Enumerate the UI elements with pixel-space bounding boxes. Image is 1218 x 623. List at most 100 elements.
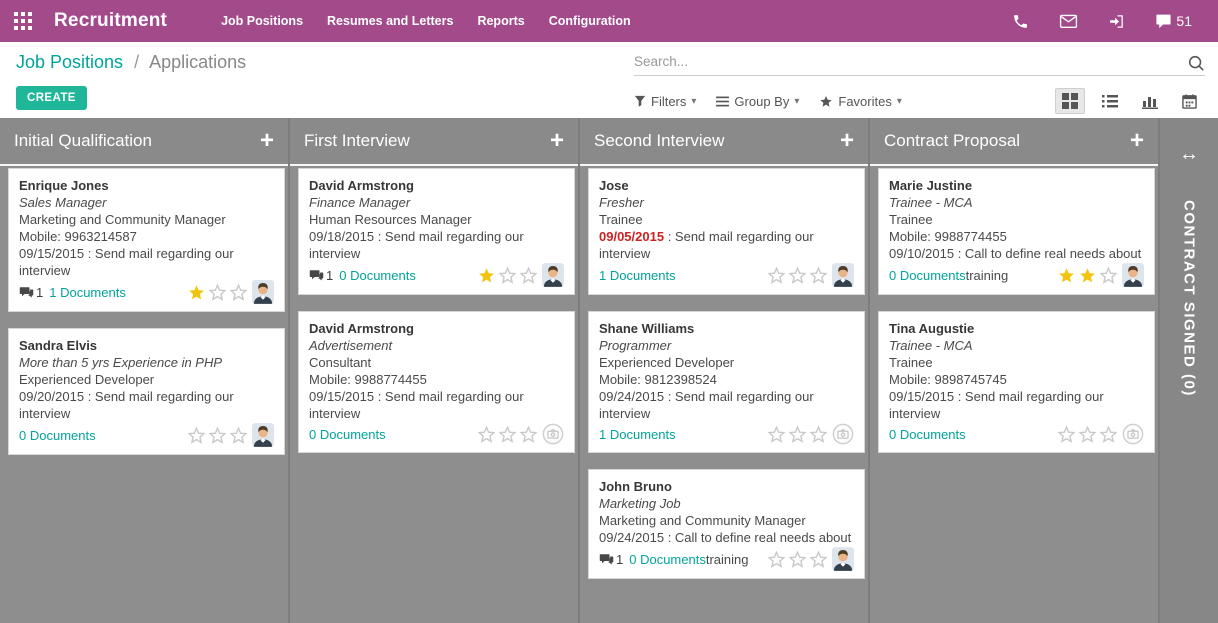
avatar[interactable] [537, 423, 564, 445]
star-empty-icon[interactable] [209, 284, 226, 301]
applicant-card[interactable]: David ArmstrongFinance ManagerHuman Reso… [298, 168, 575, 295]
documents-link[interactable]: 0 Documents [889, 426, 966, 443]
applicant-card[interactable]: JoseFresherTrainee09/05/2015 : Send mail… [588, 168, 865, 295]
list-view-button[interactable] [1095, 89, 1125, 113]
add-record-icon[interactable]: + [1130, 129, 1144, 153]
sign-in-icon[interactable] [1108, 13, 1125, 30]
favorites-button[interactable]: Favorites▾ [819, 94, 902, 109]
app-brand[interactable]: Recruitment [54, 10, 167, 32]
applicant-card[interactable]: John BrunoMarketing JobMarketing and Com… [588, 469, 865, 579]
top-menu-configuration[interactable]: Configuration [537, 14, 643, 28]
applicant-photo-avatar[interactable] [542, 263, 564, 287]
kanban-column-header[interactable]: Initial Qualification+ [0, 118, 288, 166]
top-menu-job-positions[interactable]: Job Positions [209, 14, 315, 28]
star-empty-icon[interactable] [1079, 426, 1096, 443]
avatar[interactable] [1117, 263, 1144, 287]
camera-placeholder-avatar[interactable] [832, 423, 854, 445]
camera-placeholder-avatar[interactable] [542, 423, 564, 445]
star-empty-icon[interactable] [230, 284, 247, 301]
activity-date: 09/05/2015 [599, 229, 664, 244]
star-empty-icon[interactable] [810, 426, 827, 443]
apps-grid-icon[interactable] [0, 12, 44, 30]
documents-link[interactable]: 0 Documents [19, 427, 96, 444]
messages-count-icon[interactable] [309, 269, 324, 282]
applicant-photo-avatar[interactable] [832, 547, 854, 571]
create-button[interactable]: CREATE [16, 86, 87, 110]
star-empty-icon[interactable] [499, 426, 516, 443]
documents-link[interactable]: 0 Documents [309, 426, 386, 443]
add-record-icon[interactable]: + [260, 129, 274, 153]
star-empty-icon[interactable] [789, 267, 806, 284]
applicant-card[interactable]: David ArmstrongAdvertisementConsultantMo… [298, 311, 575, 453]
star-empty-icon[interactable] [230, 427, 247, 444]
kanban-column-header[interactable]: First Interview+ [290, 118, 578, 166]
top-menu-resumes-and-letters[interactable]: Resumes and Letters [315, 14, 465, 28]
documents-link[interactable]: 1 Documents [599, 426, 676, 443]
applicant-photo-avatar[interactable] [252, 280, 274, 304]
star-filled-icon[interactable] [478, 267, 495, 284]
star-empty-icon[interactable] [499, 267, 516, 284]
avatar[interactable] [827, 263, 854, 287]
star-empty-icon[interactable] [768, 551, 785, 568]
calendar-view-button[interactable] [1175, 89, 1204, 114]
applicant-card[interactable]: Tina AugustieTrainee - MCATraineeMobile:… [878, 311, 1155, 453]
applicant-photo-avatar[interactable] [252, 423, 274, 447]
messages-count-icon[interactable] [19, 286, 34, 299]
priority-stars [768, 551, 827, 568]
documents-link[interactable]: 0 Documents [629, 551, 706, 568]
star-empty-icon[interactable] [520, 267, 537, 284]
star-empty-icon[interactable] [1058, 426, 1075, 443]
collapsed-column-contract-signed[interactable]: ↔CONTRACT SIGNED (0) [1160, 118, 1218, 623]
applicant-card[interactable]: Shane WilliamsProgrammerExperienced Deve… [588, 311, 865, 453]
kanban-column-header[interactable]: Second Interview+ [580, 118, 868, 166]
star-empty-icon[interactable] [1100, 267, 1117, 284]
star-empty-icon[interactable] [768, 426, 785, 443]
breadcrumb-job-positions[interactable]: Job Positions [16, 52, 123, 72]
messages-icon[interactable]: 51 [1155, 13, 1192, 29]
documents-link[interactable]: 0 Documents [339, 267, 416, 284]
documents-link[interactable]: 1 Documents [49, 284, 126, 301]
applicant-card[interactable]: Enrique JonesSales ManagerMarketing and … [8, 168, 285, 312]
phone-icon[interactable] [1012, 13, 1029, 30]
star-empty-icon[interactable] [1100, 426, 1117, 443]
star-empty-icon[interactable] [789, 551, 806, 568]
kanban-view-button[interactable] [1055, 88, 1085, 114]
star-empty-icon[interactable] [478, 426, 495, 443]
filters-button[interactable]: Filters▾ [634, 94, 696, 109]
add-record-icon[interactable]: + [550, 129, 564, 153]
star-filled-icon[interactable] [1079, 267, 1096, 284]
avatar[interactable] [247, 280, 274, 304]
applicant-photo-avatar[interactable] [832, 263, 854, 287]
star-empty-icon[interactable] [520, 426, 537, 443]
avatar[interactable] [1117, 423, 1144, 445]
star-empty-icon[interactable] [209, 427, 226, 444]
star-empty-icon[interactable] [188, 427, 205, 444]
mail-icon[interactable] [1059, 13, 1078, 29]
kanban-column-header[interactable]: Contract Proposal+ [870, 118, 1158, 166]
avatar[interactable] [827, 547, 854, 571]
graph-view-button[interactable] [1135, 89, 1165, 114]
camera-placeholder-avatar[interactable] [1122, 423, 1144, 445]
applicant-card[interactable]: Marie JustineTrainee - MCATraineeMobile:… [878, 168, 1155, 295]
group-by-button[interactable]: Group By▾ [716, 94, 799, 109]
search-icon[interactable] [1187, 54, 1205, 77]
avatar[interactable] [537, 263, 564, 287]
applicant-card[interactable]: Sandra ElvisMore than 5 yrs Experience i… [8, 328, 285, 455]
search-input[interactable] [634, 50, 1164, 73]
documents-link[interactable]: 0 Documents [889, 267, 966, 284]
top-menu-reports[interactable]: Reports [465, 14, 536, 28]
avatar[interactable] [827, 423, 854, 445]
star-empty-icon[interactable] [810, 551, 827, 568]
star-empty-icon[interactable] [768, 267, 785, 284]
documents-link[interactable]: 1 Documents [599, 267, 676, 284]
messages-count-icon[interactable] [599, 553, 614, 566]
next-activity: 09/18/2015 : Send mail regarding our int… [309, 228, 564, 262]
star-empty-icon[interactable] [810, 267, 827, 284]
star-filled-icon[interactable] [1058, 267, 1075, 284]
applicant-photo-avatar[interactable] [1122, 263, 1144, 287]
expand-column-icon[interactable]: ↔ [1179, 130, 1199, 178]
add-record-icon[interactable]: + [840, 129, 854, 153]
star-empty-icon[interactable] [789, 426, 806, 443]
avatar[interactable] [247, 423, 274, 447]
star-filled-icon[interactable] [188, 284, 205, 301]
